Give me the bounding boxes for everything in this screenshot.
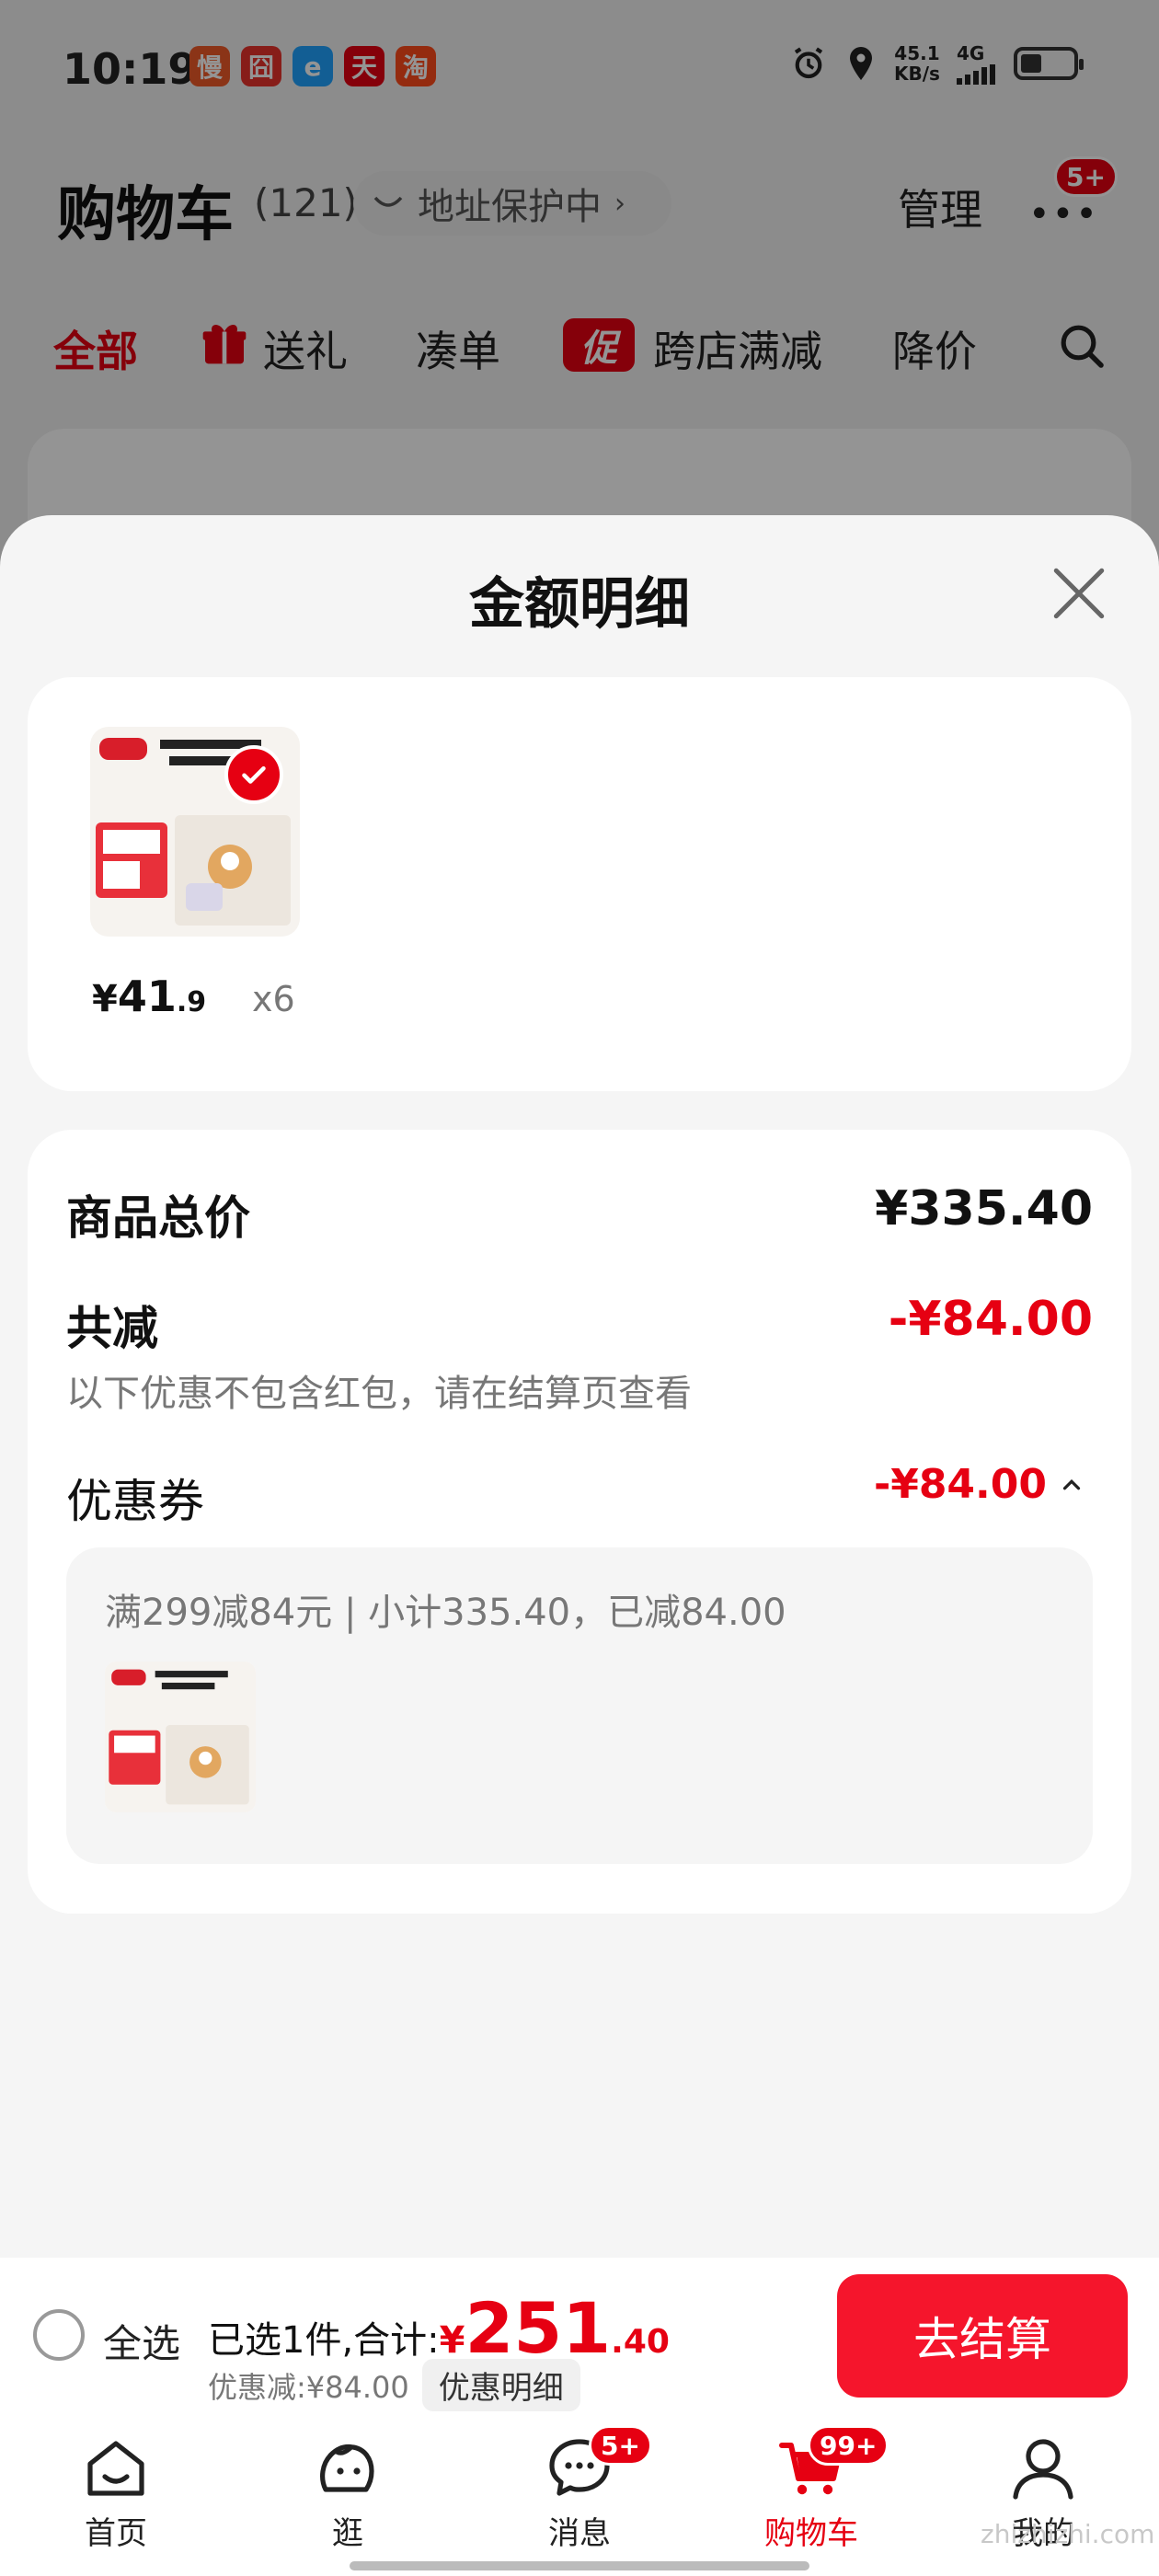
coupon-label: 优惠券: [66, 1475, 204, 1528]
select-all-label[interactable]: 全选: [103, 2313, 180, 2369]
tab-home[interactable]: 首页: [33, 2431, 199, 2552]
checkout-button[interactable]: 去结算: [837, 2274, 1128, 2398]
discount-detail-button[interactable]: 优惠明细: [421, 2359, 580, 2411]
coupon-detail-text: 满299减84元 | 小计335.40，已减84.00: [105, 1592, 786, 1634]
bottom-tab-bar: 首页 逛 消息 5+ 购物车 99+ 我的: [0, 2414, 1159, 2576]
home-icon: [87, 2441, 144, 2496]
price-detail-card: 商品总价 ¥335.40 共减 -¥84.00 以下优惠不包含红包，请在结算页查…: [28, 1130, 1131, 1914]
product-quantity: x6: [252, 979, 295, 1019]
browse-icon: [320, 2444, 374, 2492]
diaper-package-thumbnail: [105, 1662, 256, 1812]
tab-cart-label: 购物车: [764, 2515, 858, 2552]
total-discount-label: 共减: [66, 1302, 158, 1355]
select-all-checkbox[interactable]: [33, 2309, 85, 2361]
profile-icon: [1013, 2439, 1073, 2500]
chevron-up-icon: [1062, 1478, 1081, 1489]
tab-cart[interactable]: 购物车 99+: [729, 2425, 894, 2552]
discount-amount: 优惠减:¥84.00: [208, 2369, 409, 2405]
selected-summary: 已选1件,合计:: [208, 2319, 440, 2362]
price-integer: 41: [117, 972, 177, 1021]
tab-home-label: 首页: [85, 2515, 147, 2552]
total-price-value: ¥335.40: [875, 1181, 1093, 1236]
total-discount-value: -¥84.00: [888, 1292, 1093, 1347]
close-icon[interactable]: [1049, 563, 1109, 624]
total-currency: ¥: [439, 2319, 465, 2362]
coupon-product-image: [105, 1662, 256, 1812]
tab-messages[interactable]: 消息 5+: [497, 2425, 662, 2552]
coupon-detail-box: 满299减84元 | 小计335.40，已减84.00: [66, 1547, 1093, 1864]
price-currency: ¥: [92, 978, 118, 1020]
cart-badge: 99+: [808, 2425, 889, 2466]
sheet-title: 金额明细: [469, 572, 690, 637]
total-decimal: .40: [611, 2323, 670, 2361]
tab-browse[interactable]: 逛: [265, 2431, 430, 2552]
messages-badge: 5+: [589, 2425, 652, 2466]
product-price: ¥41.9: [92, 972, 206, 1021]
tab-messages-label: 消息: [548, 2515, 611, 2552]
total-price-label: 商品总价: [66, 1191, 250, 1245]
price-decimal: .9: [176, 986, 207, 1018]
tab-browse-label: 逛: [332, 2515, 363, 2552]
selected-check-icon[interactable]: [224, 745, 283, 804]
discount-line: 优惠减:¥84.00 优惠明细: [208, 2359, 580, 2411]
coupon-toggle[interactable]: -¥84.00: [874, 1461, 1085, 1508]
checkout-bar: 全选 已选1件,合计: ¥ 251 .40 优惠减:¥84.00 优惠明细 去结…: [0, 2258, 1159, 2414]
watermark: zhizhizhi.com: [981, 2519, 1155, 2549]
coupon-value: -¥84.00: [873, 1461, 1047, 1508]
amount-detail-sheet: 金额明细 ¥41.9 x6 商品总价 ¥335.40 共减 -¥84.00 以下…: [0, 515, 1159, 2260]
home-indicator[interactable]: [350, 2561, 809, 2570]
summary-line: 已选1件,合计: ¥ 251 .40: [208, 2287, 670, 2369]
product-card: ¥41.9 x6: [28, 677, 1131, 1091]
discount-note: 以下优惠不包含红包，请在结算页查看: [66, 1373, 692, 1415]
total-integer: 251: [465, 2287, 612, 2369]
